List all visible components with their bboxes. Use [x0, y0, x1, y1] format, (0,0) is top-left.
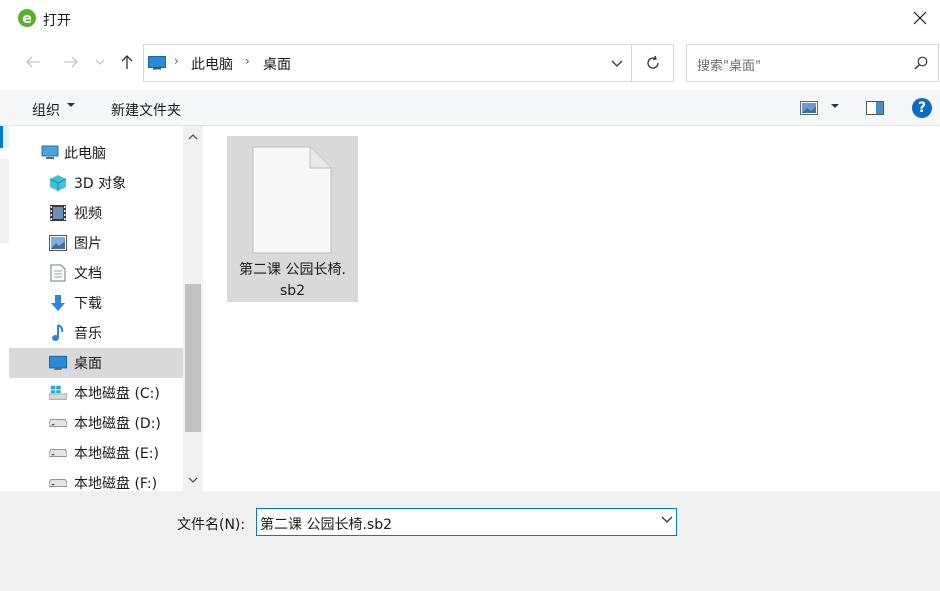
file-list-area[interactable]: 第二课 公园长椅. sb2	[203, 126, 940, 491]
chevron-down-icon[interactable]	[661, 516, 673, 523]
tree-item-desktop[interactable]: 桌面	[9, 348, 183, 378]
drive-icon	[49, 474, 67, 491]
new-folder-button[interactable]: 新建文件夹	[111, 100, 181, 120]
navigation-scrollbar[interactable]	[183, 126, 203, 491]
refresh-icon	[647, 55, 659, 69]
search-box[interactable]: 搜索"桌面"	[686, 44, 939, 82]
tree-item-label: 本地磁盘 (F:)	[74, 476, 158, 491]
title-bar: e 打开	[0, 0, 940, 36]
tree-item-label: 桌面	[74, 356, 102, 372]
left-strip-block	[0, 159, 9, 243]
close-button[interactable]	[900, 0, 940, 36]
breadcrumb-this-pc[interactable]: 此电脑	[191, 54, 233, 74]
tree-item-downloads[interactable]: 下载	[9, 288, 183, 318]
windows-drive-icon	[49, 384, 67, 402]
generic-file-icon	[252, 146, 332, 254]
chevron-up-icon	[188, 134, 198, 140]
navigation-pane: 此电脑 3D 对象 视频 图片 文档 下载 音乐 桌面 本地磁盘 (C:) 本地…	[9, 126, 183, 491]
window-title: 打开	[43, 13, 71, 29]
command-bar: 组织 新建文件夹 ?	[0, 90, 940, 126]
chevron-right-icon[interactable]: ›	[245, 54, 250, 68]
tree-item-drive-e[interactable]: 本地磁盘 (E:)	[9, 438, 183, 468]
tree-item-label: 音乐	[74, 326, 102, 342]
search-placeholder: 搜索"桌面"	[697, 59, 761, 74]
up-button[interactable]	[116, 51, 138, 73]
svg-text:e: e	[22, 11, 32, 27]
desktop-icon	[49, 354, 67, 372]
forward-button[interactable]	[60, 51, 82, 73]
tree-item-documents[interactable]: 文档	[9, 258, 183, 288]
computer-icon	[41, 144, 59, 162]
file-name: 第二课 公园长椅. sb2	[227, 260, 358, 302]
organize-button[interactable]: 组织	[32, 100, 60, 120]
app-logo-icon: e	[18, 9, 36, 27]
tree-item-pictures[interactable]: 图片	[9, 228, 183, 258]
tree-item-this-pc[interactable]: 此电脑	[9, 138, 183, 168]
scroll-down-button[interactable]	[183, 469, 203, 491]
arrow-up-icon	[121, 55, 133, 69]
filename-label: 文件名(N):	[177, 517, 246, 533]
tree-item-drive-d[interactable]: 本地磁盘 (D:)	[9, 408, 183, 438]
address-dropdown-button[interactable]	[602, 45, 632, 81]
chevron-down-icon	[611, 60, 622, 67]
tree-item-label: 此电脑	[64, 146, 106, 162]
caret-down-icon[interactable]	[831, 103, 839, 109]
tree-item-drive-f[interactable]: 本地磁盘 (F:)	[9, 468, 183, 491]
tree-item-label: 本地磁盘 (C:)	[74, 386, 160, 402]
tree-item-label: 3D 对象	[74, 176, 127, 192]
downloads-icon	[49, 294, 67, 312]
tree-item-label: 图片	[74, 236, 102, 252]
close-icon	[913, 11, 927, 25]
drive-icon	[49, 444, 67, 462]
tree-item-videos[interactable]: 视频	[9, 198, 183, 228]
tree-item-label: 视频	[74, 206, 102, 222]
left-edge-strip	[0, 126, 9, 491]
drive-icon	[49, 414, 67, 432]
filename-input[interactable]: 第二课 公园长椅.sb2	[260, 514, 392, 534]
arrow-left-icon	[26, 56, 40, 68]
scroll-up-button[interactable]	[183, 126, 203, 148]
3d-objects-icon	[49, 174, 67, 192]
tree-item-label: 下载	[74, 296, 102, 312]
help-button[interactable]: ?	[912, 98, 932, 118]
navigation-bar: › 此电脑 › 桌面 搜索"桌面"	[0, 36, 940, 90]
arrow-right-icon	[64, 56, 78, 68]
filename-panel: 文件名(N): 第二课 公园长椅.sb2	[0, 491, 940, 591]
preview-pane-icon[interactable]	[866, 101, 884, 115]
recent-locations-button[interactable]	[92, 51, 108, 73]
pictures-icon	[49, 234, 67, 252]
caret-down-icon[interactable]	[67, 102, 75, 108]
chevron-right-icon[interactable]: ›	[174, 54, 179, 68]
documents-icon	[49, 264, 67, 282]
tree-item-3d-objects[interactable]: 3D 对象	[9, 168, 183, 198]
videos-icon	[49, 204, 67, 222]
computer-icon	[148, 56, 166, 70]
tree-item-drive-c[interactable]: 本地磁盘 (C:)	[9, 378, 183, 408]
address-bar[interactable]: › 此电脑 › 桌面	[143, 44, 674, 82]
tree-item-music[interactable]: 音乐	[9, 318, 183, 348]
tree-item-label: 本地磁盘 (E:)	[74, 446, 159, 462]
scrollbar-thumb[interactable]	[185, 284, 201, 432]
chevron-down-icon	[188, 477, 198, 483]
back-button[interactable]	[22, 51, 44, 73]
file-name-line1: 第二课 公园长椅.	[239, 262, 346, 278]
file-name-line2: sb2	[279, 283, 306, 299]
tree-item-label: 文档	[74, 266, 102, 282]
music-icon	[49, 324, 67, 342]
filename-combobox[interactable]: 第二课 公园长椅.sb2	[256, 508, 677, 536]
view-options-icon[interactable]	[800, 101, 818, 115]
file-item[interactable]: 第二课 公园长椅. sb2	[227, 136, 358, 302]
refresh-button[interactable]	[632, 45, 674, 81]
chevron-down-icon	[95, 59, 105, 65]
tree-item-label: 本地磁盘 (D:)	[74, 416, 161, 432]
search-icon[interactable]	[914, 56, 928, 70]
left-strip-accent	[0, 126, 9, 148]
breadcrumb-desktop[interactable]: 桌面	[263, 54, 291, 74]
